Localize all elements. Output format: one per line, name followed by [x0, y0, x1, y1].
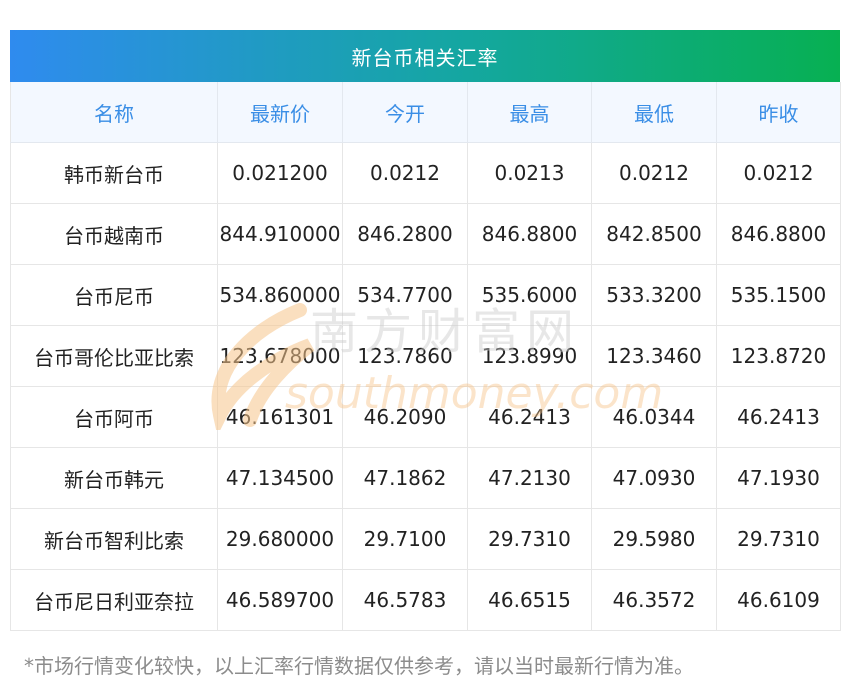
cell-latest: 46.161301: [217, 386, 343, 448]
cell-low: 46.0344: [591, 386, 717, 448]
rate-table: 名称 最新价 今开 最高 最低 昨收 韩币新台币 0.021200 0.0212…: [10, 82, 841, 631]
disclaimer-note: *市场行情变化较快，以上汇率行情数据仅供参考，请以当时最新行情为准。: [24, 654, 694, 678]
cell-name: 台币尼币: [10, 264, 218, 326]
cell-high: 46.2413: [467, 386, 592, 448]
rate-panel: 新台币相关汇率 名称 最新价 今开 最高 最低 昨收 韩币新台币 0.02120…: [10, 30, 841, 631]
cell-low: 533.3200: [591, 264, 717, 326]
table-row: 新台币智利比索 29.680000 29.7100 29.7310 29.598…: [10, 508, 841, 570]
cell-high: 535.6000: [467, 264, 592, 326]
cell-open: 46.2090: [342, 386, 468, 448]
table-title: 新台币相关汇率: [10, 30, 840, 82]
cell-prev-close: 29.7310: [716, 508, 841, 570]
cell-prev-close: 846.8800: [716, 203, 841, 265]
cell-high: 29.7310: [467, 508, 592, 570]
cell-high: 846.8800: [467, 203, 592, 265]
table-row: 台币阿币 46.161301 46.2090 46.2413 46.0344 4…: [10, 386, 841, 448]
table-row: 台币哥伦比亚比索 123.678000 123.7860 123.8990 12…: [10, 325, 841, 387]
cell-prev-close: 535.1500: [716, 264, 841, 326]
cell-latest: 123.678000: [217, 325, 343, 387]
cell-open: 534.7700: [342, 264, 468, 326]
cell-name: 新台币韩元: [10, 447, 218, 509]
header-open: 今开: [342, 82, 468, 143]
cell-latest: 29.680000: [217, 508, 343, 570]
header-high: 最高: [467, 82, 592, 143]
cell-open: 47.1862: [342, 447, 468, 509]
cell-prev-close: 47.1930: [716, 447, 841, 509]
cell-name: 台币哥伦比亚比索: [10, 325, 218, 387]
cell-low: 46.3572: [591, 569, 717, 631]
cell-name: 韩币新台币: [10, 142, 218, 204]
cell-low: 842.8500: [591, 203, 717, 265]
header-latest: 最新价: [217, 82, 343, 143]
cell-open: 29.7100: [342, 508, 468, 570]
cell-low: 0.0212: [591, 142, 717, 204]
cell-open: 0.0212: [342, 142, 468, 204]
cell-latest: 46.589700: [217, 569, 343, 631]
table-row: 韩币新台币 0.021200 0.0212 0.0213 0.0212 0.02…: [10, 142, 841, 204]
table-row: 新台币韩元 47.134500 47.1862 47.2130 47.0930 …: [10, 447, 841, 509]
cell-latest: 0.021200: [217, 142, 343, 204]
cell-latest: 47.134500: [217, 447, 343, 509]
cell-open: 123.7860: [342, 325, 468, 387]
cell-low: 123.3460: [591, 325, 717, 387]
cell-open: 846.2800: [342, 203, 468, 265]
cell-name: 新台币智利比索: [10, 508, 218, 570]
cell-name: 台币阿币: [10, 386, 218, 448]
cell-prev-close: 0.0212: [716, 142, 841, 204]
cell-high: 123.8990: [467, 325, 592, 387]
cell-open: 46.5783: [342, 569, 468, 631]
cell-low: 47.0930: [591, 447, 717, 509]
cell-name: 台币越南币: [10, 203, 218, 265]
cell-high: 0.0213: [467, 142, 592, 204]
cell-latest: 844.910000: [217, 203, 343, 265]
cell-prev-close: 46.2413: [716, 386, 841, 448]
cell-high: 47.2130: [467, 447, 592, 509]
cell-high: 46.6515: [467, 569, 592, 631]
table-row: 台币尼日利亚奈拉 46.589700 46.5783 46.6515 46.35…: [10, 569, 841, 631]
header-name: 名称: [10, 82, 218, 143]
header-low: 最低: [591, 82, 717, 143]
header-row: 名称 最新价 今开 最高 最低 昨收: [10, 82, 841, 143]
table-row: 台币尼币 534.860000 534.7700 535.6000 533.32…: [10, 264, 841, 326]
cell-latest: 534.860000: [217, 264, 343, 326]
header-prev-close: 昨收: [716, 82, 841, 143]
cell-name: 台币尼日利亚奈拉: [10, 569, 218, 631]
cell-prev-close: 46.6109: [716, 569, 841, 631]
cell-low: 29.5980: [591, 508, 717, 570]
cell-prev-close: 123.8720: [716, 325, 841, 387]
table-row: 台币越南币 844.910000 846.2800 846.8800 842.8…: [10, 203, 841, 265]
